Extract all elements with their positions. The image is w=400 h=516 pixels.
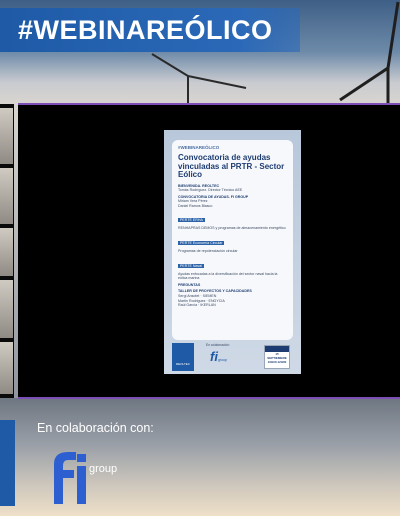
fi-group-logo: group bbox=[54, 452, 117, 504]
wind-turbine-icon bbox=[151, 53, 247, 108]
agenda-list: BIENVENIDA. REOLTEC Tomás Rodríguez. Dire… bbox=[178, 184, 287, 308]
participant-thumbnail[interactable] bbox=[0, 342, 13, 396]
collaboration-label: En colaboración con: bbox=[37, 421, 154, 435]
title-banner: #WEBINAREÓLICO bbox=[0, 8, 300, 52]
left-edge-logo-bar bbox=[0, 420, 15, 506]
participant-thumbnail[interactable] bbox=[0, 108, 13, 166]
participants-strip bbox=[0, 104, 14, 398]
agenda-row: Daniel Ramos Blasco bbox=[178, 203, 213, 208]
reoltec-logo: REOLTEC bbox=[172, 343, 194, 371]
agenda-chip: PERTE ERHA bbox=[178, 218, 205, 223]
slide-footer: REOLTEC En colaboración: figroup 15 SEPT… bbox=[172, 343, 293, 371]
agenda-heading: PREGUNTAS bbox=[178, 282, 201, 287]
wind-turbine-icon bbox=[339, 1, 400, 104]
presentation-slide: #WEBINAREÓLICO Convocatoria de ayudas vi… bbox=[164, 130, 301, 374]
agenda-row: Tomás Rodríguez. Director Técnico AEE bbox=[178, 188, 243, 193]
agenda-chip: PERTE Naval bbox=[178, 263, 205, 268]
fi-group-logo: figroup bbox=[210, 349, 227, 364]
slide-title: Convocatoria de ayudas vinculadas al PRT… bbox=[178, 153, 285, 179]
date-time: 10H00-12H00 bbox=[267, 360, 287, 364]
page-title: #WEBINAREÓLICO bbox=[18, 14, 273, 45]
agenda-row: RENHAPRAS DEMOS y programas de almacenam… bbox=[178, 226, 286, 231]
participant-thumbnail[interactable] bbox=[0, 228, 13, 278]
svg-text:group: group bbox=[89, 463, 117, 475]
participant-thumbnail[interactable] bbox=[0, 168, 13, 226]
agenda-row: Raúl García · IKERLAN bbox=[178, 303, 216, 308]
calendar-icon: 15 SEPTIEMBRE 10H00-12H00 bbox=[264, 345, 290, 369]
slide-card: #WEBINAREÓLICO Convocatoria de ayudas vi… bbox=[172, 140, 293, 340]
agenda-row: Programas de repotenciación circular bbox=[178, 249, 238, 254]
slide-tag: #WEBINAREÓLICO bbox=[178, 145, 220, 150]
slide-collab-label: En colaboración: bbox=[206, 343, 230, 347]
participant-thumbnail[interactable] bbox=[0, 280, 13, 340]
agenda-chip: PERTE Economía Circular bbox=[178, 241, 225, 246]
agenda-row: Ayudas enfocadas a la diversificación de… bbox=[178, 271, 278, 281]
